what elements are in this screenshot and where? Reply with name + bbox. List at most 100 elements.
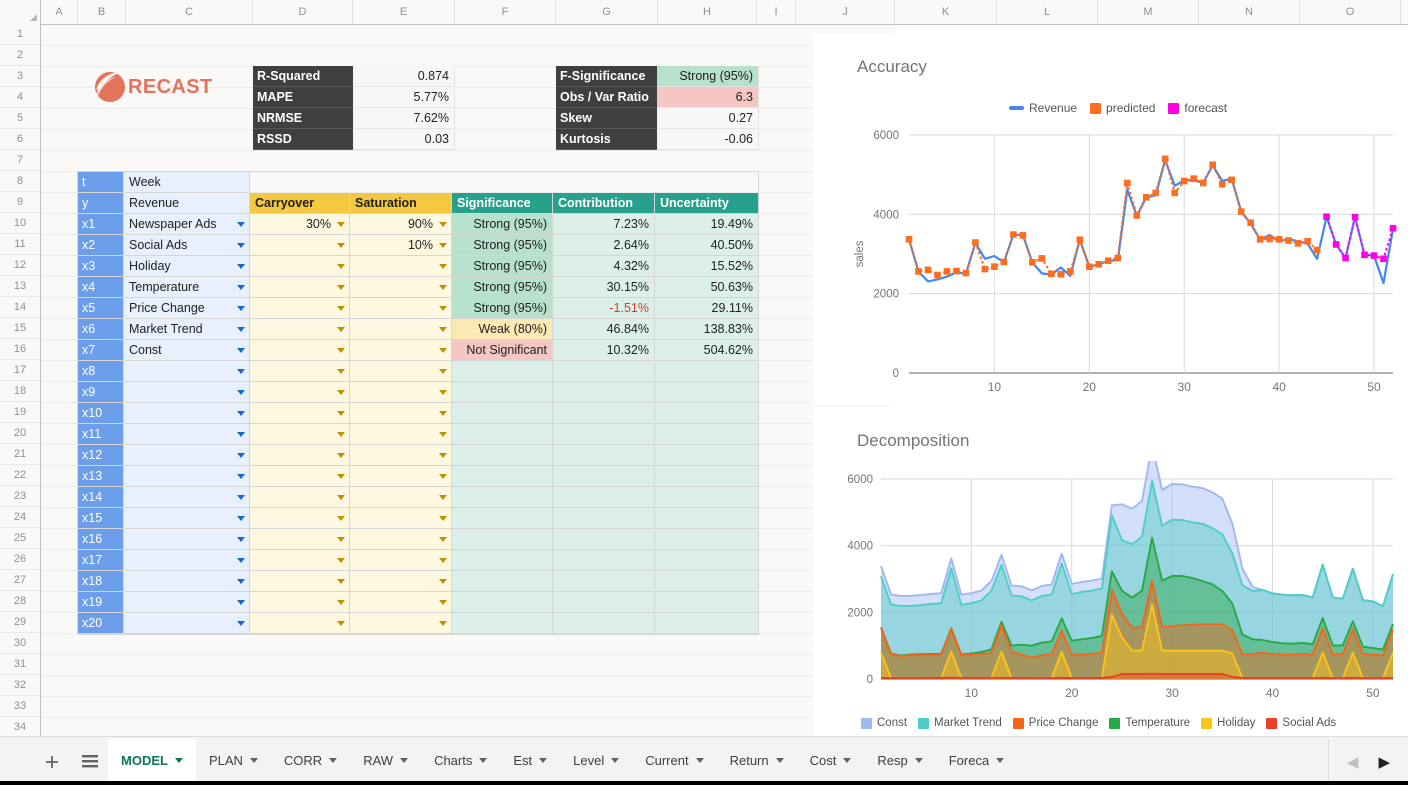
chevron-down-icon[interactable] — [439, 222, 447, 227]
chevron-down-icon[interactable] — [337, 390, 345, 395]
row-header-14[interactable]: 14 — [0, 297, 40, 318]
row-header-32[interactable]: 32 — [0, 675, 40, 696]
chevron-down-icon[interactable] — [237, 495, 245, 500]
variable-name-x10[interactable] — [124, 403, 250, 424]
chevron-down-icon[interactable] — [237, 222, 245, 227]
column-header-f[interactable]: F — [455, 0, 556, 24]
row-header-13[interactable]: 13 — [0, 276, 40, 297]
chevron-down-icon[interactable] — [611, 758, 619, 763]
sheet-tabs[interactable]: MODELPLANCORRRAWChartsEstLevelCurrentRet… — [108, 739, 1328, 785]
row-header-11[interactable]: 11 — [0, 234, 40, 255]
chevron-down-icon[interactable] — [439, 537, 447, 542]
row-header-24[interactable]: 24 — [0, 507, 40, 528]
saturation-x17[interactable] — [350, 550, 452, 571]
row-header-18[interactable]: 18 — [0, 381, 40, 402]
chevron-down-icon[interactable] — [237, 579, 245, 584]
sheet-tab-bar[interactable]: MODELPLANCORRRAWChartsEstLevelCurrentRet… — [0, 736, 1408, 785]
next-sheets-arrow[interactable]: ▶ — [1378, 753, 1390, 771]
chevron-down-icon[interactable] — [439, 348, 447, 353]
row-header-2[interactable]: 2 — [0, 45, 40, 66]
spreadsheet-grid[interactable]: RECAST R-Squared0.874MAPE5.77%NRMSE7.62%… — [41, 25, 1408, 737]
variable-name-x8[interactable] — [124, 361, 250, 382]
chevron-down-icon[interactable] — [337, 411, 345, 416]
carryover-x6[interactable] — [250, 319, 350, 340]
chevron-down-icon[interactable] — [237, 306, 245, 311]
chevron-down-icon[interactable] — [337, 285, 345, 290]
chevron-down-icon[interactable] — [439, 600, 447, 605]
sheet-tab-return[interactable]: Return — [717, 739, 797, 785]
row-header-19[interactable]: 19 — [0, 402, 40, 423]
carryover-x8[interactable] — [250, 361, 350, 382]
variable-name-x1[interactable]: Newspaper Ads — [124, 214, 250, 235]
chevron-down-icon[interactable] — [237, 537, 245, 542]
column-header-i[interactable]: I — [757, 0, 796, 24]
chevron-down-icon[interactable] — [996, 758, 1004, 763]
chevron-down-icon[interactable] — [337, 369, 345, 374]
row-header-1[interactable]: 1 — [0, 24, 40, 45]
saturation-x11[interactable] — [350, 424, 452, 445]
legend-item-price-change[interactable]: Price Change — [1013, 717, 1099, 729]
carryover-x2[interactable] — [250, 235, 350, 256]
add-sheet-button[interactable] — [40, 750, 64, 774]
chevron-down-icon[interactable] — [337, 453, 345, 458]
variable-name-x14[interactable] — [124, 487, 250, 508]
variable-name-x15[interactable] — [124, 508, 250, 529]
chevron-down-icon[interactable] — [337, 495, 345, 500]
variable-name-x9[interactable] — [124, 382, 250, 403]
sheet-tab-cost[interactable]: Cost — [797, 739, 865, 785]
saturation-x6[interactable] — [350, 319, 452, 340]
chevron-down-icon[interactable] — [337, 474, 345, 479]
column-header-h[interactable]: H — [658, 0, 757, 24]
carryover-x17[interactable] — [250, 550, 350, 571]
chevron-down-icon[interactable] — [439, 243, 447, 248]
chevron-down-icon[interactable] — [337, 264, 345, 269]
chevron-down-icon[interactable] — [237, 411, 245, 416]
chevron-down-icon[interactable] — [400, 758, 408, 763]
carryover-x10[interactable] — [250, 403, 350, 424]
row-name-week[interactable]: Week — [124, 172, 250, 193]
row-header-7[interactable]: 7 — [0, 150, 40, 171]
row-header-23[interactable]: 23 — [0, 486, 40, 507]
chevron-down-icon[interactable] — [237, 348, 245, 353]
chevron-down-icon[interactable] — [237, 390, 245, 395]
saturation-x2[interactable]: 10% — [350, 235, 452, 256]
chevron-down-icon[interactable] — [439, 432, 447, 437]
saturation-x20[interactable] — [350, 613, 452, 634]
column-header-m[interactable]: M — [1098, 0, 1199, 24]
chevron-down-icon[interactable] — [337, 243, 345, 248]
saturation-x14[interactable] — [350, 487, 452, 508]
chevron-down-icon[interactable] — [337, 537, 345, 542]
row-header-10[interactable]: 10 — [0, 213, 40, 234]
saturation-x1[interactable]: 90% — [350, 214, 452, 235]
saturation-x7[interactable] — [350, 340, 452, 361]
chevron-down-icon[interactable] — [337, 621, 345, 626]
chevron-down-icon[interactable] — [439, 558, 447, 563]
chevron-down-icon[interactable] — [237, 558, 245, 563]
chevron-down-icon[interactable] — [439, 453, 447, 458]
variable-name-x13[interactable] — [124, 466, 250, 487]
carryover-x11[interactable] — [250, 424, 350, 445]
row-header-22[interactable]: 22 — [0, 465, 40, 486]
chevron-down-icon[interactable] — [237, 327, 245, 332]
chevron-down-icon[interactable] — [439, 621, 447, 626]
chevron-down-icon[interactable] — [439, 285, 447, 290]
chevron-down-icon[interactable] — [439, 579, 447, 584]
carryover-x18[interactable] — [250, 571, 350, 592]
variable-name-x6[interactable]: Market Trend — [124, 319, 250, 340]
carryover-x14[interactable] — [250, 487, 350, 508]
sheet-tab-resp[interactable]: Resp — [864, 739, 935, 785]
column-header-k[interactable]: K — [895, 0, 997, 24]
saturation-x12[interactable] — [350, 445, 452, 466]
chevron-down-icon[interactable] — [439, 369, 447, 374]
variable-name-x7[interactable]: Const — [124, 340, 250, 361]
all-sheets-button[interactable] — [78, 750, 102, 774]
variable-name-x12[interactable] — [124, 445, 250, 466]
variable-name-x11[interactable] — [124, 424, 250, 445]
row-header-33[interactable]: 33 — [0, 696, 40, 717]
chevron-down-icon[interactable] — [776, 758, 784, 763]
prev-sheets-arrow[interactable]: ◀ — [1347, 753, 1359, 771]
column-header-g[interactable]: G — [556, 0, 658, 24]
chevron-down-icon[interactable] — [337, 432, 345, 437]
saturation-x13[interactable] — [350, 466, 452, 487]
row-header-34[interactable]: 34 — [0, 717, 40, 738]
